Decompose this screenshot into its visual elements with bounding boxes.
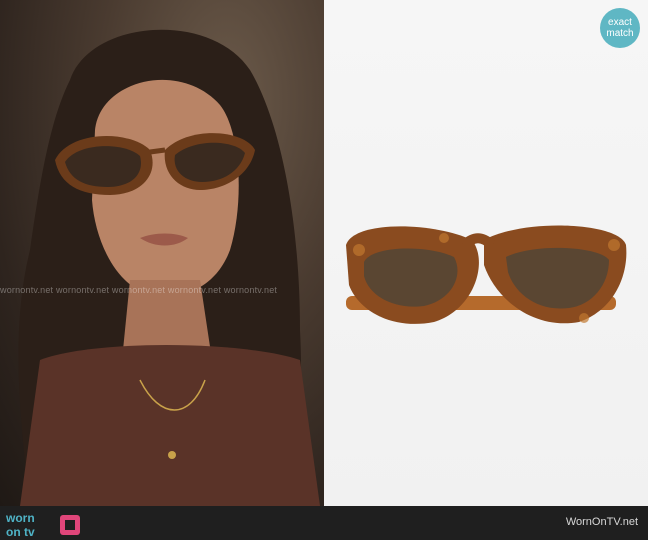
wornontv-logo[interactable]: worn on tv [4, 509, 84, 539]
sunglasses-product [346, 225, 627, 324]
badge-line-2: match [606, 28, 634, 39]
badge-line-1: exact [608, 17, 632, 28]
product-photo: exact match [324, 0, 648, 506]
scene-photo: wornontv.net wornontv.net wornontv.net w… [0, 0, 324, 506]
logo-text-top: worn [5, 511, 35, 525]
actress-illustration [18, 29, 320, 506]
site-url[interactable]: WornOnTV.net [566, 516, 638, 528]
logo-icon: worn on tv [5, 511, 80, 539]
watermark-text: wornontv.net wornontv.net wornontv.net w… [0, 285, 278, 295]
exact-match-badge: exact match [600, 8, 640, 48]
logo-text-bottom: on tv [6, 525, 35, 539]
footer-bar: worn on tv WornOnTV.net [0, 506, 648, 540]
